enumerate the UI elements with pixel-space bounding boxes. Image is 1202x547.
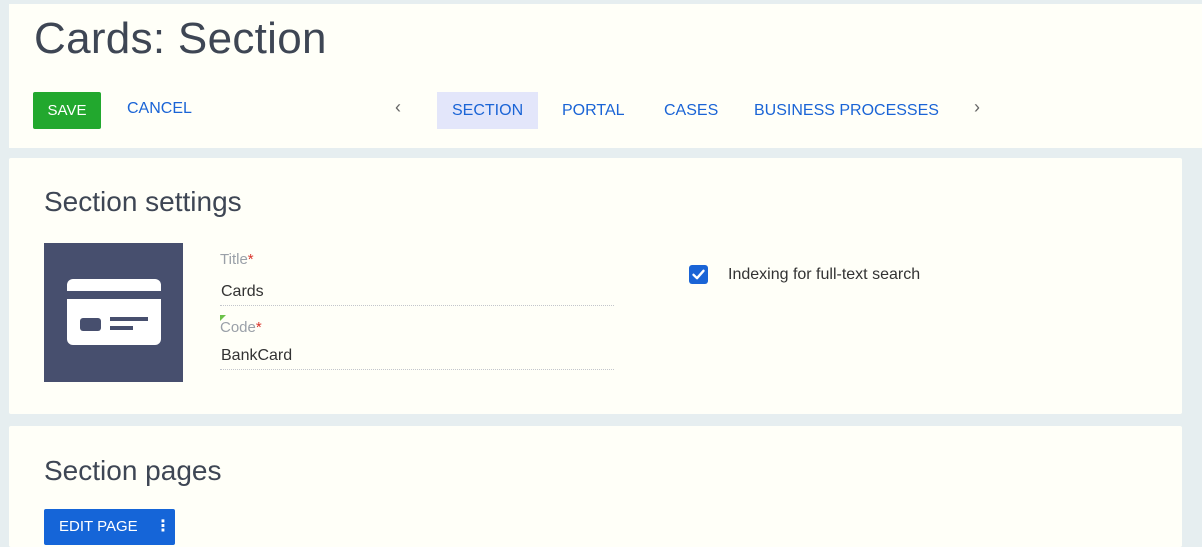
edit-page-button[interactable]: EDIT PAGE ⋮ [44,509,175,545]
tab-section[interactable]: SECTION [437,92,539,129]
required-mark: * [247,251,254,268]
indexing-label: Indexing for full-text search [728,266,921,283]
code-field-label: Code* [220,319,262,336]
title-field[interactable] [220,278,614,306]
more-options-icon[interactable]: ⋮ [155,509,171,545]
checkmark-icon [692,269,705,280]
section-pages-heading: Section pages [44,455,222,486]
title-field-label: Title* [220,251,254,268]
cancel-button[interactable]: CANCEL [127,100,192,118]
tab-portal[interactable]: PORTAL [547,92,640,129]
indexing-checkbox[interactable] [689,265,708,284]
page-header: Cards: Section SAVE CANCEL ‹ SECTION POR… [9,4,1202,148]
section-settings-panel: Section settings Title* Code* Indexing f… [9,158,1182,414]
title-label-text: Title [220,251,248,268]
section-pages-panel: Section pages EDIT PAGE ⋮ [9,426,1182,547]
tab-business-processes[interactable]: BUSINESS PROCESSES [739,92,954,129]
edit-page-label: EDIT PAGE [59,518,138,535]
required-mark: * [255,319,262,336]
chevron-left-icon[interactable]: ‹ [395,97,401,118]
code-label-text: Code [220,319,256,336]
section-image[interactable] [44,243,183,382]
credit-card-icon [67,279,161,345]
page-title: Cards: Section [34,14,327,63]
save-button[interactable]: SAVE [33,92,101,129]
section-settings-heading: Section settings [44,186,242,217]
tab-cases[interactable]: CASES [649,92,733,129]
chevron-right-icon[interactable]: › [974,97,980,118]
code-field[interactable] [220,342,614,370]
